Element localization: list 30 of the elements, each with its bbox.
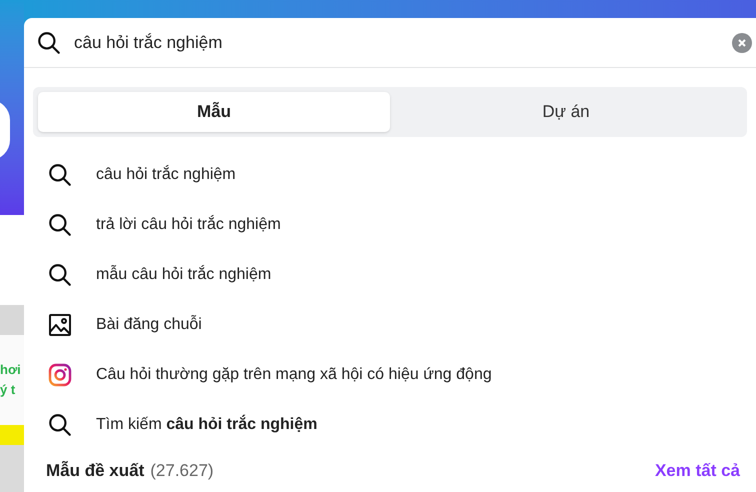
suggestion-text: Tìm kiếm câu hỏi trắc nghiệm [96,414,318,435]
suggestion-text: Bài đăng chuỗi [96,314,202,335]
tab[interactable]: Mẫu [38,92,390,132]
clear-button[interactable] [732,32,752,52]
suggestion-text: mẫu câu hỏi trắc nghiệm [96,264,272,285]
suggestion-text: câu hỏi trắc nghiệm [96,164,236,185]
suggestion-text: Câu hỏi thường gặp trên mạng xã hội có hiệu ứng động [96,365,492,385]
thumbnail-text: hơi [0,361,22,379]
see-all-link[interactable]: Xem tất cả [654,458,740,484]
search-icon [47,212,73,238]
suggestion-item[interactable]: Câu hỏi thường gặp trên mạng xã hội có hiệu ứng động [24,350,756,400]
instagram-icon [48,363,72,387]
tab[interactable]: Dự án [390,92,742,132]
search-icon [47,412,73,438]
suggestion-item[interactable]: trả lời câu hỏi trắc nghiệm [24,200,756,250]
search-icon [36,30,62,56]
result-count: (27.627) [150,460,214,482]
suggestion-item[interactable]: Bài đăng chuỗi [24,300,756,350]
suggestion-item[interactable]: mẫu câu hỏi trắc nghiệm [24,250,756,300]
section-title: Mẫu đề xuất [46,460,144,482]
image-icon [48,313,72,337]
search-icon [47,162,73,188]
suggestion-item[interactable]: Tìm kiếm câu hỏi trắc nghiệm [24,400,756,450]
thumbnail-text: ý t [0,381,16,399]
suggestion-text: trả lời câu hỏi trắc nghiệm [96,214,281,235]
search-field[interactable]: câu hỏi trắc nghiệm [74,30,720,56]
suggestion-item[interactable]: câu hỏi trắc nghiệm [24,150,756,200]
close-icon [737,38,747,48]
search-icon [47,262,73,288]
thumbnail-band [0,425,24,445]
